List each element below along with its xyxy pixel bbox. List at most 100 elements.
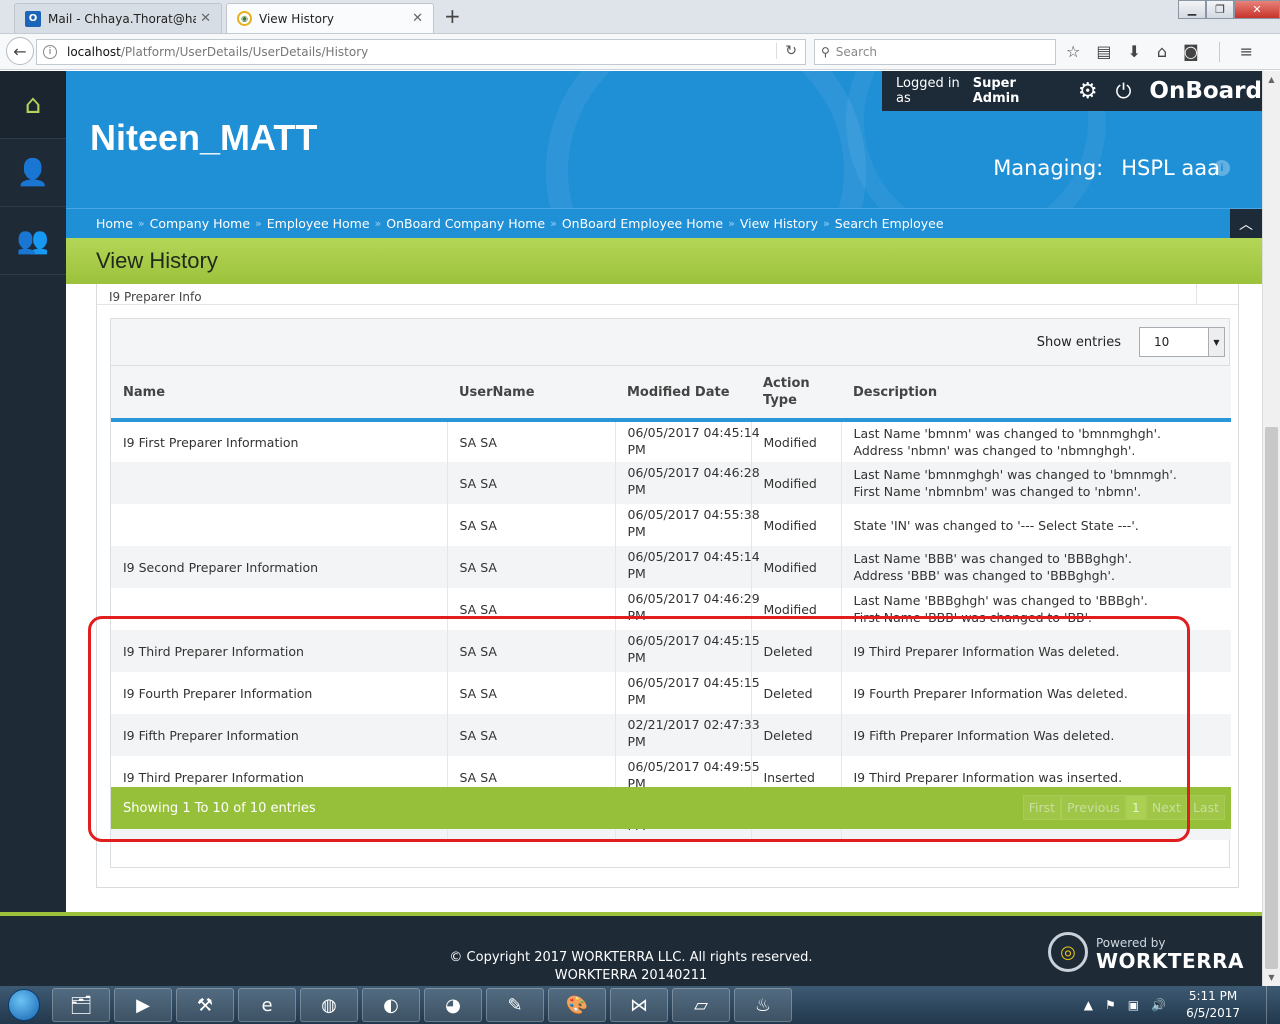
network-icon[interactable]: ▣ [1128, 998, 1139, 1012]
breadcrumb-company-home[interactable]: Company Home [150, 216, 250, 231]
table-header-row: Name UserName Modified Date Action Type … [111, 366, 1231, 422]
table-row: I9 Fourth Preparer InformationSA SA06/05… [111, 672, 1231, 714]
maximize-button[interactable]: ❐ [1206, 0, 1234, 19]
cell-username: SA SA [447, 420, 616, 462]
breadcrumb-search-employee[interactable]: Search Employee [835, 216, 944, 231]
flag-icon[interactable]: ⚑ [1105, 998, 1116, 1012]
notepad-icon[interactable]: ✎ [486, 988, 544, 1022]
window-close-button[interactable]: ✕ [1234, 0, 1280, 19]
bookmark-star-icon[interactable]: ☆ [1066, 42, 1080, 62]
menu-icon[interactable]: ≡ [1240, 42, 1253, 62]
download-icon[interactable]: ⬇ [1127, 42, 1140, 62]
cell-action-type: Modified [751, 504, 842, 546]
breadcrumb-separator-icon: » [728, 217, 735, 230]
search-input[interactable]: ⚲ Search [814, 39, 1056, 65]
collapse-header-button[interactable]: ︿ [1230, 209, 1262, 239]
sticky-notes-icon[interactable]: ▱ [672, 988, 730, 1022]
cell-description: I9 Fourth Preparer Information Was delet… [841, 672, 1231, 714]
show-desktop-button[interactable] [1266, 986, 1280, 1024]
column-header-modified-date[interactable]: Modified Date [615, 366, 751, 422]
clock-date: 6/5/2017 [1186, 1006, 1240, 1020]
cell-name: I9 Fifth Preparer Information [111, 714, 448, 756]
gear-icon[interactable]: ⚙ [1078, 79, 1098, 104]
description-line: Address 'BBB' was changed to 'BBBghgh'. [853, 568, 1115, 583]
panel-collapse-button[interactable] [1196, 284, 1238, 305]
close-icon[interactable]: ✕ [412, 11, 423, 26]
column-header-username[interactable]: UserName [447, 366, 615, 422]
home-nav-icon[interactable]: ⌂ [0, 71, 66, 139]
cell-description: I9 Fifth Preparer Information Was delete… [841, 714, 1231, 756]
tray-expand-icon[interactable]: ▲ [1084, 998, 1093, 1012]
cell-name [111, 504, 448, 546]
pager-previous[interactable]: Previous [1061, 795, 1126, 820]
browser-toolbar: ☆ ▤ ⬇ ⌂ ◙ ≡ [1066, 42, 1253, 62]
time-meridiem: PM [627, 608, 646, 623]
flame-app-icon[interactable]: ♨ [734, 988, 792, 1022]
back-button[interactable]: ← [6, 37, 34, 65]
file-explorer-icon[interactable]: 🗂 [52, 988, 110, 1022]
breadcrumb-separator-icon: » [255, 217, 262, 230]
breadcrumb-employee-home[interactable]: Employee Home [267, 216, 370, 231]
media-player-icon[interactable]: ▶ [114, 988, 172, 1022]
firefox-icon[interactable]: ◐ [362, 988, 420, 1022]
breadcrumb-home[interactable]: Home [96, 216, 133, 231]
browser-tab-bar: O Mail - Chhaya.Thorat@har... ✕ ◉ View H… [0, 0, 1280, 34]
reading-list-icon[interactable]: ▤ [1096, 42, 1111, 62]
user-nav-icon[interactable]: 👤 [0, 139, 66, 207]
chrome-icon[interactable]: ◍ [300, 988, 358, 1022]
scroll-thumb[interactable] [1265, 427, 1278, 969]
info-icon[interactable]: i [1214, 160, 1230, 176]
users-nav-icon[interactable]: 👥 [0, 207, 66, 275]
scroll-down-icon[interactable]: ▼ [1263, 969, 1280, 986]
tab-mail[interactable]: O Mail - Chhaya.Thorat@har... ✕ [14, 3, 222, 33]
company-name: Niteen_MATT [90, 117, 318, 158]
show-entries-select[interactable]: 10 ▼ [1139, 327, 1225, 357]
app-icon[interactable]: ◕ [424, 988, 482, 1022]
cell-modified-date: 06/05/2017 04:55:38 PM [615, 504, 760, 546]
breadcrumb-onboard-company-home[interactable]: OnBoard Company Home [386, 216, 545, 231]
clock[interactable]: 5:11 PM 6/5/2017 [1186, 988, 1240, 1022]
column-header-action-type[interactable]: Action Type [751, 366, 841, 422]
paint-icon[interactable]: 🎨 [548, 988, 606, 1022]
cell-action-type: Modified [751, 420, 842, 462]
breadcrumb-onboard-employee-home[interactable]: OnBoard Employee Home [562, 216, 723, 231]
close-icon[interactable]: ✕ [200, 11, 211, 26]
logged-in-prefix: Logged in as [896, 76, 960, 106]
reload-icon[interactable]: ↻ [776, 43, 797, 59]
home-icon[interactable]: ⌂ [1157, 42, 1167, 62]
date-value: 06/05/2017 04:49:55 [627, 759, 760, 774]
breadcrumb-view-history[interactable]: View History [740, 216, 818, 231]
new-tab-button[interactable]: + [444, 4, 461, 28]
volume-icon[interactable]: 🔊 [1151, 998, 1166, 1012]
start-button[interactable] [0, 986, 48, 1024]
time-meridiem: PM [627, 650, 646, 665]
table-row: I9 First Preparer Information SA SA 06/05/… [111, 420, 1231, 462]
minimize-button[interactable]: ▁ [1178, 0, 1206, 19]
column-header-description[interactable]: Description [841, 366, 1231, 422]
internet-explorer-icon[interactable]: e [238, 988, 296, 1022]
column-header-name[interactable]: Name [111, 366, 447, 422]
vertical-scrollbar[interactable]: ▲ ▼ [1262, 71, 1280, 986]
pocket-icon[interactable]: ◙ [1183, 42, 1199, 62]
pager-current[interactable]: 1 [1125, 795, 1146, 820]
visual-studio-icon[interactable]: ⋈ [610, 988, 668, 1022]
info-icon[interactable]: i [43, 45, 57, 59]
pager-first[interactable]: First [1022, 795, 1062, 820]
pager-next[interactable]: Next [1145, 795, 1187, 820]
scroll-up-icon[interactable]: ▲ [1263, 71, 1280, 88]
show-entries-value: 10 [1154, 335, 1170, 349]
system-tray: ▲ ⚑ ▣ 🔊 5:11 PM 6/5/2017 [1084, 986, 1280, 1024]
date-value: 06/05/2017 04:46:28 [627, 465, 760, 480]
search-icon: ⚲ [821, 45, 830, 59]
managing-label: Managing: [993, 156, 1104, 180]
pager-last[interactable]: Last [1186, 795, 1225, 820]
power-icon[interactable]: ⏻ [1116, 79, 1132, 103]
cell-description: Last Name 'BBBghgh' was changed to 'BBBg… [841, 588, 1231, 630]
tab-view-history[interactable]: ◉ View History ✕ [226, 3, 434, 33]
url-bar[interactable]: i localhost/Platform/UserDetails/UserDet… [36, 39, 806, 65]
page-header: Niteen_MATT Logged in as Super Admin ⚙ ⏻… [66, 71, 1262, 208]
user-bar: Logged in as Super Admin ⚙ ⏻ OnBoard [882, 71, 1262, 111]
url-path: /Platform/UserDetails/UserDetails/Histor… [120, 45, 369, 59]
description-line: I9 Third Preparer Information Was delete… [853, 643, 1120, 659]
tools-icon[interactable]: ⚒ [176, 988, 234, 1022]
